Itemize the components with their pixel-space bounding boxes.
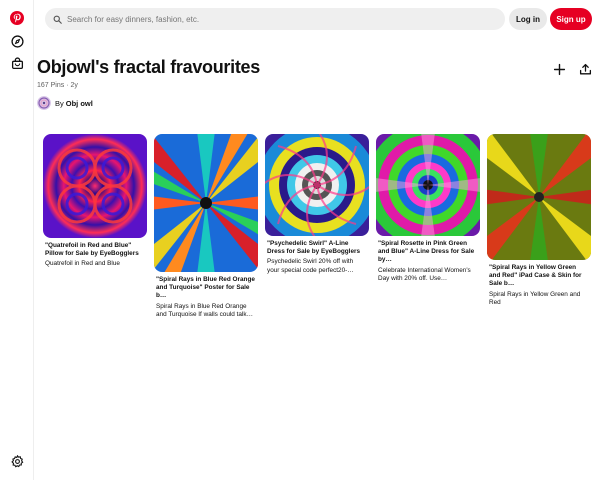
- signup-button[interactable]: Sign up: [550, 8, 592, 30]
- pin-card[interactable]: "Spiral Rosette in Pink Green and Blue" …: [376, 134, 480, 283]
- pin-description: Spiral Rays in Yellow Green and Red: [489, 290, 581, 306]
- pin-description: Psychedelic Swirl 20% off with your spec…: [267, 258, 354, 274]
- plus-icon[interactable]: [551, 61, 567, 77]
- login-button[interactable]: Log in: [509, 8, 547, 30]
- meta-separator: ·: [66, 82, 69, 89]
- settings-gear-icon[interactable]: [7, 451, 27, 471]
- pin-card[interactable]: "Spiral Rays in Blue Red Orange and Turq…: [154, 134, 258, 319]
- share-icon[interactable]: [577, 61, 593, 77]
- board-age: 2y: [70, 82, 78, 89]
- explore-compass-icon[interactable]: [7, 31, 27, 51]
- pin-description: Quatrefoil in Red and Blue: [45, 260, 120, 268]
- pin-description: Spiral Rays in Blue Red Orange and Turqu…: [156, 302, 253, 318]
- left-navigation-rail: [0, 0, 34, 480]
- board-owner[interactable]: By Obj owl: [37, 96, 93, 110]
- pin-title: "Spiral Rays in Blue Red Orange and Turq…: [156, 276, 255, 300]
- pin-count: 167 Pins: [37, 82, 65, 89]
- avatar[interactable]: [37, 96, 51, 110]
- search-icon: [53, 15, 62, 24]
- owner-prefix: By: [55, 98, 64, 108]
- pin-image[interactable]: [43, 134, 147, 238]
- pin-title: "Spiral Rosette in Pink Green and Blue" …: [378, 240, 475, 264]
- pin-description: Celebrate International Women's Day with…: [378, 266, 471, 282]
- pin-image[interactable]: [265, 134, 369, 236]
- pin-card[interactable]: "Quatrefoil in Red and Blue" Pillow for …: [43, 134, 147, 269]
- pin-title: "Spiral Rays in Yellow Green and Red" iP…: [489, 264, 582, 288]
- search-input[interactable]: [67, 14, 487, 24]
- board-title: Objowl's fractal fravourites: [37, 57, 260, 77]
- pin-title: "Quatrefoil in Red and Blue" Pillow for …: [45, 242, 139, 258]
- pinterest-logo-icon[interactable]: [7, 8, 27, 28]
- shop-bag-icon[interactable]: [7, 53, 27, 73]
- pin-card[interactable]: "Spiral Rays in Yellow Green and Red" iP…: [487, 134, 591, 307]
- board-meta: 167 Pins · 2y: [37, 82, 78, 89]
- pin-image[interactable]: [487, 134, 591, 260]
- pin-image[interactable]: [376, 134, 480, 236]
- search-bar[interactable]: [45, 8, 505, 30]
- owner-name-link[interactable]: Obj owl: [66, 99, 93, 108]
- pin-title: "Psychedelic Swirl" A-Line Dress for Sal…: [267, 240, 361, 256]
- pin-image[interactable]: [154, 134, 258, 272]
- pin-card[interactable]: "Psychedelic Swirl" A-Line Dress for Sal…: [265, 134, 369, 275]
